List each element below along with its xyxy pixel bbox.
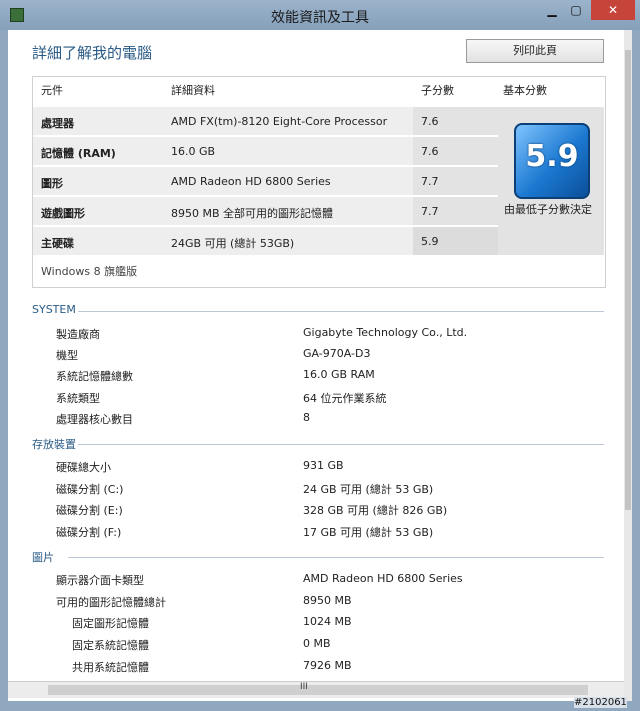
section-divider [78,311,604,312]
vertical-scrollbar[interactable] [624,30,632,701]
horizontal-scrollbar[interactable]: III [8,681,624,698]
info-value: GA-970A-D3 [303,347,371,360]
info-value: 24 GB 可用 (總計 53 GB) [303,483,434,496]
component-name: 記憶體 (RAM) [41,147,116,160]
component-subscore: 7.6 [421,145,439,158]
component-name: 遊戲圖形 [41,207,85,220]
info-label: 顯示器介面卡類型 [56,574,144,587]
component-details: 8950 MB 全部可用的圖形記憶體 [171,207,334,220]
info-value: 7926 MB [303,659,352,672]
component-subscore: 7.6 [421,115,439,128]
horizontal-scroll-thumb[interactable] [48,685,588,695]
component-name: 處理器 [41,117,74,130]
base-score-panel: 5.9 由最低子分數決定 [498,107,604,255]
info-label: 磁碟分割 (F:) [56,526,122,539]
windows-edition: Windows 8 旗艦版 [41,265,138,278]
title-bar[interactable]: 效能資訊及工具 ▁ ▢ ✕ [0,0,640,30]
maximize-button[interactable]: ▢ [565,0,587,20]
table-row: 主硬碟 24GB 可用 (總計 53GB) 5.9 [33,227,498,257]
component-details: 16.0 GB [171,145,216,158]
table-row: 處理器 AMD FX(tm)-8120 Eight-Core Processor… [33,107,498,137]
info-value: 931 GB [303,459,344,472]
info-value: 0 MB [303,637,331,650]
section-storage-title: 存放裝置 [32,438,76,451]
table-row: 圖形 AMD Radeon HD 6800 Series 7.7 [33,167,498,197]
info-label: 硬碟總大小 [56,461,111,474]
header-component: 元件 [41,84,63,97]
base-score-badge-icon: 5.9 [514,123,590,199]
header-base-score: 基本分數 [503,84,547,97]
component-details: AMD Radeon HD 6800 Series [171,175,331,188]
print-page-button[interactable]: 列印此頁 [466,39,604,63]
component-name: 主硬碟 [41,237,74,250]
vertical-scroll-thumb[interactable] [625,50,631,510]
section-system-title: SYSTEM [32,303,76,316]
component-details: AMD FX(tm)-8120 Eight-Core Processor [171,115,388,128]
info-value: 64 位元作業系統 [303,392,387,405]
info-label: 可用的圖形記憶體總計 [56,596,166,609]
component-details: 24GB 可用 (總計 53GB) [171,237,295,250]
watermark: #2102061 [574,697,627,708]
info-value: 16.0 GB RAM [303,368,375,381]
info-value: 8 [303,411,310,424]
base-score-value: 5.9 [525,139,579,174]
section-graphics-title: 圖片 [32,551,54,564]
section-divider [78,444,604,445]
info-value: Gigabyte Technology Co., Ltd. [303,326,468,339]
info-value: 328 GB 可用 (總計 826 GB) [303,504,448,517]
performance-window: 效能資訊及工具 ▁ ▢ ✕ 詳細了解我的電腦 列印此頁 元件 詳細資料 子分數 … [0,0,640,711]
score-table: 元件 詳細資料 子分數 基本分數 處理器 AMD FX(tm)-8120 Eig… [32,76,606,288]
info-value: 17 GB 可用 (總計 53 GB) [303,526,434,539]
info-label: 處理器核心數目 [56,413,133,426]
page-title: 詳細了解我的電腦 [32,44,153,62]
info-label: 磁碟分割 (C:) [56,483,124,496]
table-row: 遊戲圖形 8950 MB 全部可用的圖形記憶體 7.7 [33,197,498,227]
info-label: 系統類型 [56,392,100,405]
info-label: 磁碟分割 (E:) [56,504,123,517]
info-label: 固定圖形記憶體 [72,617,149,630]
info-label: 系統記憶體總數 [56,370,133,383]
info-value: AMD Radeon HD 6800 Series [303,572,463,585]
section-divider [68,557,604,558]
content-area: 詳細了解我的電腦 列印此頁 元件 詳細資料 子分數 基本分數 處理器 AMD F… [8,30,632,701]
info-value: 1024 MB [303,615,352,628]
info-value: 8950 MB [303,594,352,607]
header-details: 詳細資料 [171,84,215,97]
component-subscore: 5.9 [421,235,439,248]
minimize-button[interactable]: ▁ [541,0,563,20]
header-subscore: 子分數 [421,84,454,97]
info-label: 共用系統記憶體 [72,661,149,674]
scroll-grip-icon: III [300,682,308,692]
info-label: 製造廠商 [56,328,100,341]
info-label: 機型 [56,349,78,362]
info-label: 固定系統記憶體 [72,639,149,652]
base-score-note: 由最低子分數決定 [504,203,592,216]
table-row: 記憶體 (RAM) 16.0 GB 7.6 [33,137,498,167]
component-subscore: 7.7 [421,175,439,188]
component-name: 圖形 [41,177,63,190]
component-subscore: 7.7 [421,205,439,218]
close-button[interactable]: ✕ [591,0,635,20]
